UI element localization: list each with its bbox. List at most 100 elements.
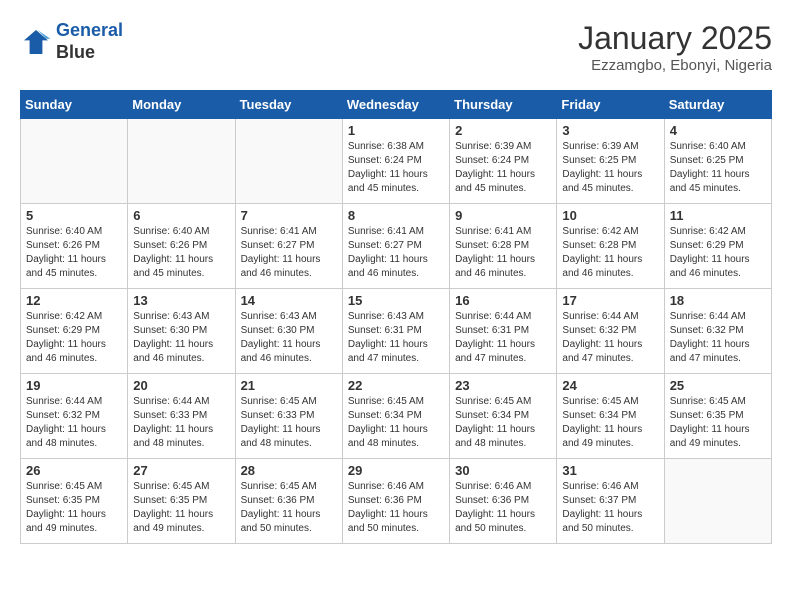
calendar-cell: 24 Sunrise: 6:45 AM Sunset: 6:34 PM Dayli… bbox=[557, 374, 664, 459]
title-block: January 2025 Ezzamgbo, Ebonyi, Nigeria bbox=[578, 20, 772, 74]
day-info: Sunrise: 6:44 AM Sunset: 6:32 PM Dayligh… bbox=[670, 310, 766, 366]
day-number: 19 bbox=[26, 378, 122, 393]
day-info: Sunrise: 6:45 AM Sunset: 6:33 PM Dayligh… bbox=[241, 395, 337, 451]
calendar-cell: 1Sunrise: 6:38 AM Sunset: 6:24 PM Daylig… bbox=[342, 119, 449, 204]
day-number: 25 bbox=[670, 378, 766, 393]
calendar-cell bbox=[128, 119, 235, 204]
day-number: 20 bbox=[133, 378, 229, 393]
day-info: Sunrise: 6:44 AM Sunset: 6:32 PM Dayligh… bbox=[562, 310, 658, 366]
day-number: 21 bbox=[241, 378, 337, 393]
day-number: 24 bbox=[562, 378, 658, 393]
weekday-header-cell: Thursday bbox=[450, 91, 557, 119]
calendar-cell: 16 Sunrise: 6:44 AM Sunset: 6:31 PM Dayli… bbox=[450, 289, 557, 374]
day-info: Sunrise: 6:43 AM Sunset: 6:30 PM Dayligh… bbox=[133, 310, 229, 366]
calendar-cell: 2 Sunrise: 6:39 AM Sunset: 6:24 PM Daylig… bbox=[450, 119, 557, 204]
logo-icon bbox=[20, 26, 52, 58]
day-number: 26 bbox=[26, 463, 122, 478]
day-info: Sunrise: 6:45 AM Sunset: 6:34 PM Dayligh… bbox=[348, 395, 444, 451]
calendar-cell: 3 Sunrise: 6:39 AM Sunset: 6:25 PM Daylig… bbox=[557, 119, 664, 204]
calendar-header: SundayMondayTuesdayWednesdayThursdayFrid… bbox=[21, 91, 772, 119]
calendar-cell: 14Sunrise: 6:43 AM Sunset: 6:30 PM Dayli… bbox=[235, 289, 342, 374]
calendar-table: SundayMondayTuesdayWednesdayThursdayFrid… bbox=[20, 90, 772, 544]
calendar-cell bbox=[21, 119, 128, 204]
day-info: Sunrise: 6:40 AM Sunset: 6:25 PM Dayligh… bbox=[670, 140, 766, 196]
calendar-cell: 27Sunrise: 6:45 AM Sunset: 6:35 PM Dayli… bbox=[128, 459, 235, 544]
weekday-header-cell: Tuesday bbox=[235, 91, 342, 119]
day-info: Sunrise: 6:46 AM Sunset: 6:36 PM Dayligh… bbox=[455, 480, 551, 536]
day-info: Sunrise: 6:44 AM Sunset: 6:33 PM Dayligh… bbox=[133, 395, 229, 451]
calendar-cell: 22 Sunrise: 6:45 AM Sunset: 6:34 PM Dayli… bbox=[342, 374, 449, 459]
weekday-header-cell: Saturday bbox=[664, 91, 771, 119]
page-header: General Blue January 2025 Ezzamgbo, Ebon… bbox=[20, 20, 772, 74]
day-number: 28 bbox=[241, 463, 337, 478]
day-number: 22 bbox=[348, 378, 444, 393]
day-number: 29 bbox=[348, 463, 444, 478]
calendar-cell: 28 Sunrise: 6:45 AM Sunset: 6:36 PM Dayli… bbox=[235, 459, 342, 544]
day-info: Sunrise: 6:40 AM Sunset: 6:26 PM Dayligh… bbox=[133, 225, 229, 281]
weekday-header-cell: Monday bbox=[128, 91, 235, 119]
calendar-cell: 31 Sunrise: 6:46 AM Sunset: 6:37 PM Dayli… bbox=[557, 459, 664, 544]
calendar-week-row: 5 Sunrise: 6:40 AM Sunset: 6:26 PM Daylig… bbox=[21, 204, 772, 289]
day-number: 31 bbox=[562, 463, 658, 478]
day-info: Sunrise: 6:45 AM Sunset: 6:34 PM Dayligh… bbox=[562, 395, 658, 451]
day-info: Sunrise: 6:42 AM Sunset: 6:29 PM Dayligh… bbox=[26, 310, 122, 366]
logo-text: General Blue bbox=[56, 20, 123, 63]
calendar-cell: 5Sunrise: 6:40 AM Sunset: 6:26 PM Daylig… bbox=[21, 204, 128, 289]
day-info: Sunrise: 6:42 AM Sunset: 6:29 PM Dayligh… bbox=[670, 225, 766, 281]
calendar-cell: 4 Sunrise: 6:40 AM Sunset: 6:25 PM Daylig… bbox=[664, 119, 771, 204]
day-number: 15 bbox=[348, 293, 444, 308]
logo: General Blue bbox=[20, 20, 123, 63]
logo-line1: General bbox=[56, 20, 123, 40]
calendar-cell: 17 Sunrise: 6:44 AM Sunset: 6:32 PM Dayli… bbox=[557, 289, 664, 374]
calendar-cell: 7Sunrise: 6:41 AM Sunset: 6:27 PM Daylig… bbox=[235, 204, 342, 289]
calendar-cell: 15 Sunrise: 6:43 AM Sunset: 6:31 PM Dayli… bbox=[342, 289, 449, 374]
day-number: 23 bbox=[455, 378, 551, 393]
logo-line2: Blue bbox=[56, 42, 123, 64]
day-number: 17 bbox=[562, 293, 658, 308]
calendar-cell: 21 Sunrise: 6:45 AM Sunset: 6:33 PM Dayli… bbox=[235, 374, 342, 459]
day-number: 4 bbox=[670, 123, 766, 138]
calendar-cell: 19 Sunrise: 6:44 AM Sunset: 6:32 PM Dayli… bbox=[21, 374, 128, 459]
day-number: 9 bbox=[455, 208, 551, 223]
calendar-body: 1Sunrise: 6:38 AM Sunset: 6:24 PM Daylig… bbox=[21, 119, 772, 544]
day-info: Sunrise: 6:42 AM Sunset: 6:28 PM Dayligh… bbox=[562, 225, 658, 281]
day-number: 11 bbox=[670, 208, 766, 223]
day-info: Sunrise: 6:45 AM Sunset: 6:36 PM Dayligh… bbox=[241, 480, 337, 536]
day-info: Sunrise: 6:45 AM Sunset: 6:35 PM Dayligh… bbox=[133, 480, 229, 536]
calendar-week-row: 19 Sunrise: 6:44 AM Sunset: 6:32 PM Dayli… bbox=[21, 374, 772, 459]
calendar-week-row: 26 Sunrise: 6:45 AM Sunset: 6:35 PM Dayli… bbox=[21, 459, 772, 544]
weekday-header-cell: Friday bbox=[557, 91, 664, 119]
calendar-cell: 11 Sunrise: 6:42 AM Sunset: 6:29 PM Dayli… bbox=[664, 204, 771, 289]
day-info: Sunrise: 6:39 AM Sunset: 6:25 PM Dayligh… bbox=[562, 140, 658, 196]
calendar-cell: 6Sunrise: 6:40 AM Sunset: 6:26 PM Daylig… bbox=[128, 204, 235, 289]
day-number: 2 bbox=[455, 123, 551, 138]
calendar-cell: 18Sunrise: 6:44 AM Sunset: 6:32 PM Dayli… bbox=[664, 289, 771, 374]
weekday-header-row: SundayMondayTuesdayWednesdayThursdayFrid… bbox=[21, 91, 772, 119]
calendar-cell: 29Sunrise: 6:46 AM Sunset: 6:36 PM Dayli… bbox=[342, 459, 449, 544]
calendar-subtitle: Ezzamgbo, Ebonyi, Nigeria bbox=[578, 57, 772, 74]
weekday-header-cell: Wednesday bbox=[342, 91, 449, 119]
day-info: Sunrise: 6:39 AM Sunset: 6:24 PM Dayligh… bbox=[455, 140, 551, 196]
day-info: Sunrise: 6:38 AM Sunset: 6:24 PM Dayligh… bbox=[348, 140, 444, 196]
day-number: 16 bbox=[455, 293, 551, 308]
day-info: Sunrise: 6:46 AM Sunset: 6:37 PM Dayligh… bbox=[562, 480, 658, 536]
calendar-week-row: 12Sunrise: 6:42 AM Sunset: 6:29 PM Dayli… bbox=[21, 289, 772, 374]
calendar-cell: 23Sunrise: 6:45 AM Sunset: 6:34 PM Dayli… bbox=[450, 374, 557, 459]
day-info: Sunrise: 6:41 AM Sunset: 6:28 PM Dayligh… bbox=[455, 225, 551, 281]
day-number: 5 bbox=[26, 208, 122, 223]
calendar-cell: 13 Sunrise: 6:43 AM Sunset: 6:30 PM Dayli… bbox=[128, 289, 235, 374]
calendar-cell: 12Sunrise: 6:42 AM Sunset: 6:29 PM Dayli… bbox=[21, 289, 128, 374]
day-number: 8 bbox=[348, 208, 444, 223]
day-number: 13 bbox=[133, 293, 229, 308]
day-info: Sunrise: 6:43 AM Sunset: 6:31 PM Dayligh… bbox=[348, 310, 444, 366]
calendar-cell: 8Sunrise: 6:41 AM Sunset: 6:27 PM Daylig… bbox=[342, 204, 449, 289]
day-number: 3 bbox=[562, 123, 658, 138]
calendar-title: January 2025 bbox=[578, 20, 772, 57]
calendar-cell: 20 Sunrise: 6:44 AM Sunset: 6:33 PM Dayli… bbox=[128, 374, 235, 459]
calendar-cell bbox=[235, 119, 342, 204]
calendar-cell: 10Sunrise: 6:42 AM Sunset: 6:28 PM Dayli… bbox=[557, 204, 664, 289]
calendar-cell: 25Sunrise: 6:45 AM Sunset: 6:35 PM Dayli… bbox=[664, 374, 771, 459]
day-info: Sunrise: 6:44 AM Sunset: 6:31 PM Dayligh… bbox=[455, 310, 551, 366]
calendar-cell: 9 Sunrise: 6:41 AM Sunset: 6:28 PM Daylig… bbox=[450, 204, 557, 289]
day-info: Sunrise: 6:44 AM Sunset: 6:32 PM Dayligh… bbox=[26, 395, 122, 451]
